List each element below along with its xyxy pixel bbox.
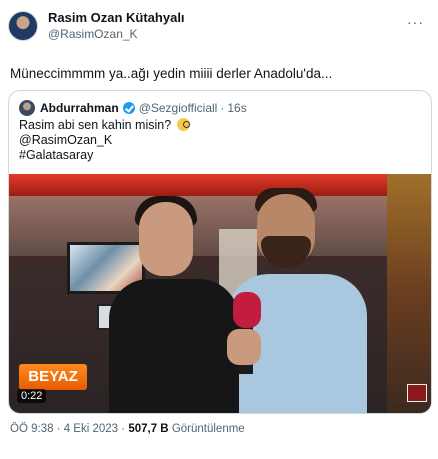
more-options-icon[interactable]: ··· xyxy=(407,14,424,30)
quoted-line-hashtag[interactable]: #Galatasaray xyxy=(19,148,190,163)
quoted-author-name: Abdurrahman xyxy=(40,101,119,115)
video-person-right-beard xyxy=(261,236,311,268)
video-microphone xyxy=(233,292,261,328)
meta-separator: · xyxy=(56,423,61,435)
video-hand xyxy=(227,329,261,365)
video-player[interactable]: BEYAZ 0:22 xyxy=(9,174,431,413)
video-person-left-head xyxy=(139,202,193,276)
author-info: Rasim Ozan Kütahyalı @RasimOzan_K xyxy=(48,10,185,42)
quoted-line-mention[interactable]: @RasimOzan_K xyxy=(19,133,190,148)
video-duration: 0:22 xyxy=(17,389,47,403)
meta-separator-2: · xyxy=(121,423,126,435)
quoted-tweet-header: Abdurrahman @Sezgiofficiall · 16s xyxy=(19,100,247,116)
verified-badge-icon xyxy=(122,102,135,114)
quoted-tweet-time: 16s xyxy=(227,101,247,115)
quoted-line-question-text: Rasim abi sen kahin misin? xyxy=(19,118,172,132)
video-scene-ceiling xyxy=(9,174,431,196)
author-avatar[interactable] xyxy=(8,11,38,41)
tweet-meta: ÖÖ 9:38 · 4 Eki 2023 · 507,7 B Görüntüle… xyxy=(10,423,245,435)
tweet-text: Müneccimmmm ya..ağı yedin miiii derler A… xyxy=(10,66,333,81)
author-name[interactable]: Rasim Ozan Kütahyalı xyxy=(48,10,185,26)
separator-dot: · xyxy=(220,101,225,115)
tweet-author[interactable]: Rasim Ozan Kütahyalı @RasimOzan_K xyxy=(8,10,185,42)
quoted-tweet-text: Rasim abi sen kahin misin? @RasimOzan_K … xyxy=(19,118,190,163)
quoted-line-question: Rasim abi sen kahin misin? xyxy=(19,118,190,133)
channel-corner-badge xyxy=(407,384,427,402)
channel-logo: BEYAZ xyxy=(19,364,87,390)
tweet-date[interactable]: 4 Eki 2023 xyxy=(64,423,118,435)
views-count: 507,7 B xyxy=(128,423,169,435)
quoted-author-avatar xyxy=(19,100,35,116)
monocle-face-emoji-icon xyxy=(176,118,190,131)
views-label: Görüntülenme xyxy=(171,423,245,435)
video-person-left-body xyxy=(109,279,239,413)
quoted-tweet[interactable]: Abdurrahman @Sezgiofficiall · 16s Rasim … xyxy=(8,90,432,414)
author-handle[interactable]: @RasimOzan_K xyxy=(48,26,185,42)
quoted-author-handle: @Sezgiofficiall xyxy=(138,101,218,115)
video-scene-shelf xyxy=(387,174,431,413)
tweet-time[interactable]: ÖÖ 9:38 xyxy=(10,423,53,435)
